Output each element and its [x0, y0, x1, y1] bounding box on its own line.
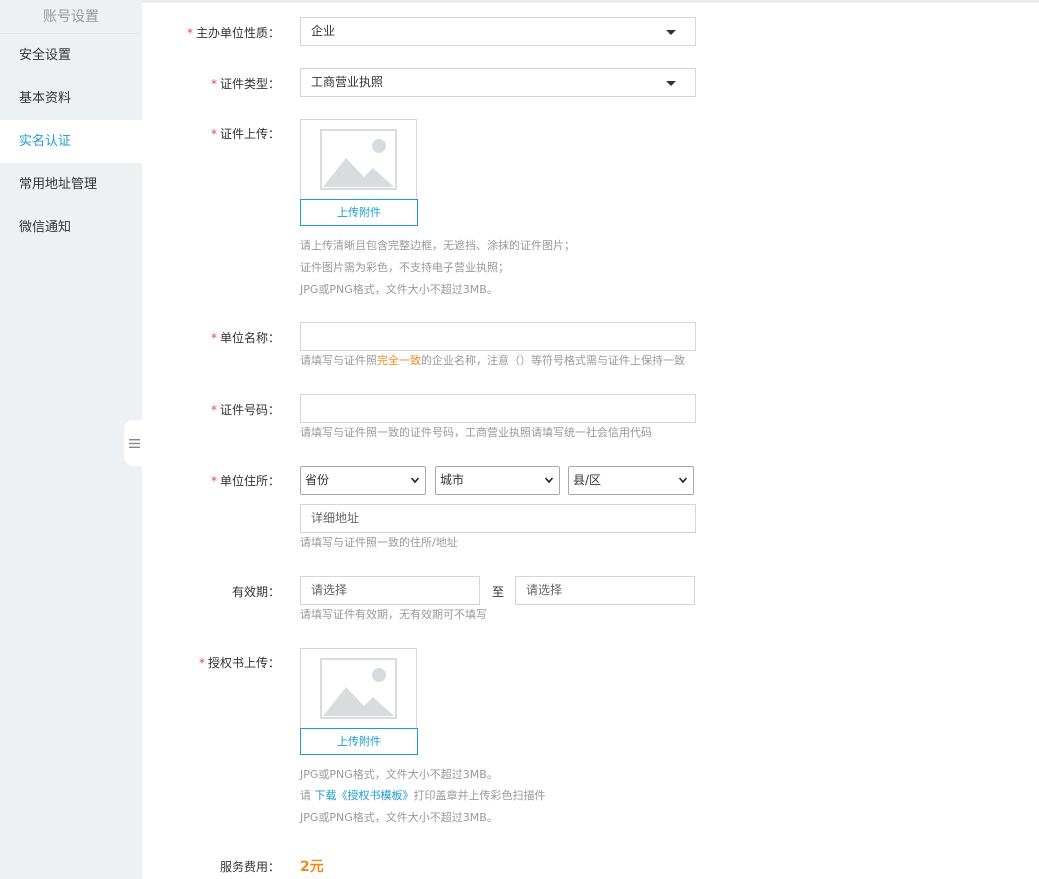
sidebar-item-verification[interactable]: 实名认证 — [0, 120, 142, 163]
validity-hint: 请填写证件有效期，无有效期可不填写 — [300, 608, 487, 621]
province-select[interactable]: 省份 — [300, 466, 426, 495]
district-select[interactable]: 县/区 — [568, 466, 694, 495]
validity-label: 有效期： — [231, 585, 280, 599]
caret-down-icon — [666, 30, 676, 35]
cert-upload-hint-2: 证件图片需为彩色，不支持电子营业执照； — [300, 261, 509, 274]
menu-icon — [128, 438, 140, 448]
org-name-label: * 单位名称： — [210, 331, 280, 345]
image-placeholder-icon — [320, 129, 397, 190]
sidebar-item-addresses[interactable]: 常用地址管理 — [0, 163, 142, 206]
chevron-down-icon — [411, 477, 419, 484]
caret-down-icon — [666, 81, 676, 86]
chevron-down-icon — [679, 477, 687, 484]
cert-no-input[interactable] — [300, 394, 696, 423]
address-detail-input[interactable]: 详细地址 — [300, 504, 696, 533]
city-value: 城市 — [440, 473, 465, 487]
sidebar: 账号设置 安全设置 基本资料 实名认证 常用地址管理 微信通知 — [0, 0, 142, 879]
cert-type-select[interactable]: 工商营业执照 — [300, 68, 696, 97]
address-detail-placeholder: 详细地址 — [311, 511, 360, 525]
validity-to-label: 至 — [492, 585, 505, 599]
sidebar-title: 账号设置 — [0, 0, 142, 34]
province-value: 省份 — [305, 473, 330, 487]
org-type-label: * 主办单位性质： — [186, 26, 280, 40]
validity-end-input[interactable]: 请选择 — [515, 576, 695, 605]
cert-no-label: * 证件号码： — [210, 403, 280, 417]
auth-upload-button[interactable]: 上传附件 — [300, 728, 418, 755]
district-value: 县/区 — [573, 473, 602, 487]
org-name-input[interactable] — [300, 322, 696, 351]
org-type-value: 企业 — [311, 24, 336, 38]
sidebar-collapse-handle[interactable] — [124, 420, 144, 466]
auth-upload-label: * 授权书上传： — [198, 656, 280, 670]
download-template-link[interactable]: 下载《授权书模板》 — [315, 789, 414, 802]
sidebar-item-security[interactable]: 安全设置 — [0, 34, 142, 77]
fee-label: 服务费用： — [219, 860, 280, 874]
validity-start-input[interactable]: 请选择 — [300, 576, 480, 605]
validity-end-placeholder: 请选择 — [526, 583, 563, 597]
sidebar-item-wechat[interactable]: 微信通知 — [0, 206, 142, 249]
cert-upload-hint-3: JPG或PNG格式，文件大小不超过3MB。 — [300, 283, 498, 296]
cert-upload-button[interactable]: 上传附件 — [300, 199, 418, 226]
cert-upload-label: * 证件上传： — [210, 127, 280, 141]
auth-upload-hint-2: 请 下载《授权书模板》打印盖章并上传彩色扫描件 — [300, 789, 546, 802]
chevron-down-icon — [545, 477, 553, 484]
city-select[interactable]: 城市 — [435, 466, 560, 495]
cert-type-label: * 证件类型： — [210, 77, 280, 91]
image-placeholder-icon — [320, 658, 397, 719]
auth-upload-hint-3: JPG或PNG格式，文件大小不超过3MB。 — [300, 811, 498, 824]
fee-value: 2元 — [300, 859, 324, 875]
org-type-select[interactable]: 企业 — [300, 17, 696, 46]
address-hint: 请填写与证件照一致的住所/地址 — [300, 536, 458, 549]
cert-type-value: 工商营业执照 — [311, 75, 384, 89]
validity-start-placeholder: 请选择 — [311, 583, 348, 597]
verification-form: * 主办单位性质： 企业 * 证件类型： 工商营业执照 * 证件上传： 上传附件 请上… — [142, 0, 1039, 879]
address-label: * 单位住所： — [210, 474, 280, 488]
sidebar-item-profile[interactable]: 基本资料 — [0, 77, 142, 120]
cert-no-hint: 请填写与证件照一致的证件号码，工商营业执照请填写统一社会信用代码 — [300, 426, 652, 439]
auth-upload-hint-1: JPG或PNG格式，文件大小不超过3MB。 — [300, 768, 498, 781]
cert-upload-hint-1: 请上传清晰且包含完整边框，无遮挡、涂抹的证件图片； — [300, 239, 575, 252]
org-name-hint: 请填写与证件照完全一致的企业名称，注意（）等符号格式需与证件上保持一致 — [300, 354, 685, 367]
